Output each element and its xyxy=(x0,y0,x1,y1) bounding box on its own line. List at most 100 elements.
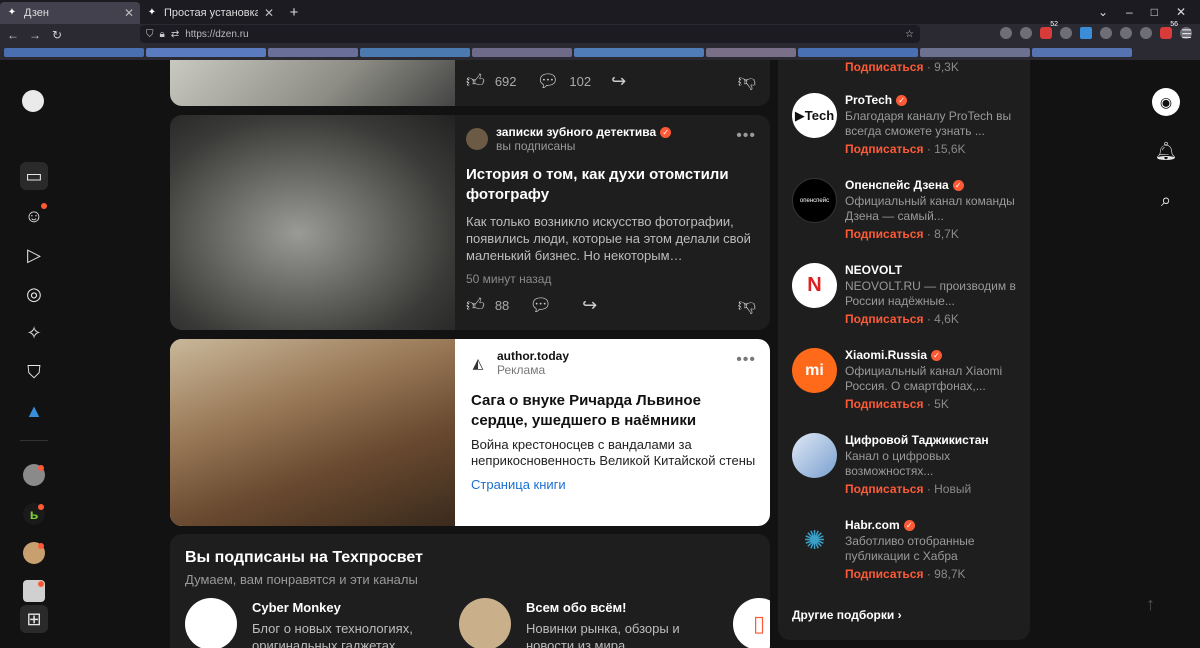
bookmark-item[interactable] xyxy=(472,48,572,57)
feed-card[interactable]: 👍︎ 692 💬︎ 102 ↪ 👎︎ xyxy=(170,60,770,106)
url-bar[interactable]: ⛉ 🔒︎ ⇄ https://dzen.ru ☆ xyxy=(140,25,920,43)
channel-name[interactable]: Всем обо всём! xyxy=(526,600,627,615)
phone-icon[interactable]: ▯ xyxy=(733,598,770,648)
add-plus-icon[interactable]: ⊞ xyxy=(20,605,48,633)
channel-name[interactable]: ProTech ✓ xyxy=(845,93,908,107)
share-icon[interactable]: ↪ xyxy=(582,295,597,316)
dislike-icon[interactable]: 👎︎ xyxy=(738,294,756,316)
bookmark-star-icon[interactable]: ☆ xyxy=(905,29,914,40)
subscribe-link[interactable]: Подписаться xyxy=(845,567,923,581)
openspace-logo-icon[interactable]: опенспейс xyxy=(792,178,837,223)
shorts-icon[interactable]: ◎ xyxy=(20,280,48,308)
search-icon[interactable]: ⌕ xyxy=(1152,186,1180,214)
bookmark-item[interactable] xyxy=(574,48,704,57)
channel-icon[interactable]: ▲ xyxy=(20,397,48,425)
pin-icon[interactable]: ✧ xyxy=(20,319,48,347)
ad-image[interactable] xyxy=(170,339,455,526)
subscribe-link[interactable]: Подписаться xyxy=(845,312,923,326)
reload-icon[interactable]: ↻ xyxy=(46,28,68,42)
subscribe-link[interactable]: Подписаться xyxy=(845,482,923,496)
article-image[interactable] xyxy=(170,60,455,106)
feed-card[interactable]: записки зубного детектива ✓ вы подписаны … xyxy=(170,115,770,330)
scroll-to-top-icon[interactable]: ↑ xyxy=(1146,594,1155,615)
ad-card[interactable]: ◭ author.today Реклама Сага о внуке Рича… xyxy=(170,339,770,526)
habr-logo-icon[interactable]: ✺ xyxy=(792,518,837,563)
protech-logo-icon[interactable]: ▶Tech xyxy=(792,93,837,138)
channel-avatar[interactable] xyxy=(792,433,837,478)
back-icon[interactable]: ← xyxy=(2,28,24,42)
bell-icon[interactable]: 🔔︎ xyxy=(1152,137,1180,165)
article-title[interactable]: История о том, как духи отомстили фотогр… xyxy=(466,165,758,205)
comment-icon[interactable]: 💬︎ xyxy=(529,295,552,316)
xiaomi-logo-icon[interactable]: mi xyxy=(792,348,837,393)
minimize-icon[interactable]: – xyxy=(1126,5,1133,19)
channel-name[interactable]: Опенспейс Дзена ✓ xyxy=(845,178,964,192)
channel-name[interactable]: author.today xyxy=(497,349,569,363)
extension-icon[interactable] xyxy=(1080,27,1092,39)
channel-name[interactable]: Cyber Monkey xyxy=(252,600,341,615)
dzen-logo-icon[interactable] xyxy=(22,90,44,112)
extension-icon[interactable] xyxy=(1140,27,1152,39)
close-icon[interactable]: ✕ xyxy=(264,6,274,20)
like-icon[interactable]: 👍︎ xyxy=(466,294,485,316)
bookmark-item[interactable] xyxy=(920,48,1030,57)
extension-icon[interactable] xyxy=(1120,27,1132,39)
comment-icon[interactable]: 💬︎ xyxy=(537,71,560,92)
channel-name[interactable]: Habr.com ✓ xyxy=(845,518,915,532)
channel-avatar[interactable] xyxy=(185,598,237,648)
extension-badge-icon[interactable]: 52 xyxy=(1040,21,1058,39)
bookmark-item[interactable] xyxy=(4,48,144,57)
list-tabs-icon[interactable]: ⌄ xyxy=(1098,5,1108,19)
video-icon[interactable]: ▷ xyxy=(20,241,48,269)
book-page-link[interactable]: Страница книги xyxy=(471,477,758,492)
subscribe-link[interactable]: Подписаться xyxy=(845,397,923,411)
subscribe-link[interactable]: Подписаться xyxy=(845,60,923,74)
subscriptions-icon[interactable]: ☺ xyxy=(20,202,48,230)
ad-title[interactable]: Сага о внуке Ричарда Львиное сердце, уше… xyxy=(471,391,758,431)
share-icon[interactable]: ↪ xyxy=(611,71,626,92)
tab-software[interactable]: ✦ Простая установка ПО дл ✕ xyxy=(140,2,280,24)
neovolt-logo-icon[interactable]: N xyxy=(792,263,837,308)
extension-icon[interactable] xyxy=(1060,27,1072,39)
permissions-icon[interactable]: ⇄ xyxy=(171,29,179,40)
hamburger-menu-icon[interactable]: ☰ xyxy=(1181,27,1192,41)
subscribed-channel-avatar[interactable]: ь xyxy=(23,503,45,525)
subscribed-channel-avatar[interactable] xyxy=(23,464,45,486)
new-tab-button[interactable]: + xyxy=(284,2,304,22)
tab-dzen[interactable]: ✦ Дзен ✕ xyxy=(0,1,140,24)
like-icon[interactable]: 👍︎ xyxy=(466,70,485,92)
recommended-channel[interactable]: ▯ xyxy=(733,598,770,648)
forward-icon[interactable]: → xyxy=(24,28,46,42)
extension-icon[interactable] xyxy=(1020,27,1032,39)
extension-icon[interactable] xyxy=(1100,27,1112,39)
close-icon[interactable]: ✕ xyxy=(124,6,134,20)
ad-text[interactable]: Война крестоносцев с вандалами за неприк… xyxy=(471,437,758,469)
subscribed-channel-avatar[interactable] xyxy=(23,580,45,602)
author-today-logo-icon[interactable]: ◭ xyxy=(467,352,489,374)
lock-icon[interactable]: 🔒︎ xyxy=(160,29,165,40)
article-snippet[interactable]: Как только возникло искусство фотографии… xyxy=(466,213,758,264)
profile-avatar[interactable]: ◉ xyxy=(1152,88,1180,116)
bookmark-item[interactable] xyxy=(706,48,796,57)
bookmark-item[interactable] xyxy=(268,48,358,57)
channel-name[interactable]: NEOVOLT xyxy=(845,263,902,277)
channel-name[interactable]: Xiaomi.Russia ✓ xyxy=(845,348,943,362)
dislike-icon[interactable]: 👎︎ xyxy=(738,70,756,92)
article-image[interactable] xyxy=(170,115,455,330)
bookmark-item[interactable] xyxy=(360,48,470,57)
shield-icon[interactable]: ⛉ xyxy=(146,29,154,40)
close-window-icon[interactable]: ✕ xyxy=(1176,5,1186,19)
bookmark-icon[interactable]: ⛉ xyxy=(20,358,48,386)
more-collections-link[interactable]: Другие подборки › xyxy=(792,608,902,622)
feed-icon[interactable]: ▭ xyxy=(20,162,48,190)
more-options-icon[interactable]: ••• xyxy=(736,351,756,369)
channel-name[interactable]: записки зубного детектива ✓ xyxy=(496,125,672,139)
subscribed-channel-avatar[interactable] xyxy=(23,542,45,564)
channel-name[interactable]: Цифровой Таджикистан xyxy=(845,433,989,447)
subscribe-link[interactable]: Подписаться xyxy=(845,142,923,156)
ublock-icon[interactable]: 56 xyxy=(1160,21,1178,39)
url-text[interactable]: https://dzen.ru xyxy=(185,29,248,40)
more-options-icon[interactable]: ••• xyxy=(736,127,756,145)
bookmark-item[interactable] xyxy=(146,48,266,57)
maximize-icon[interactable]: □ xyxy=(1151,5,1158,19)
